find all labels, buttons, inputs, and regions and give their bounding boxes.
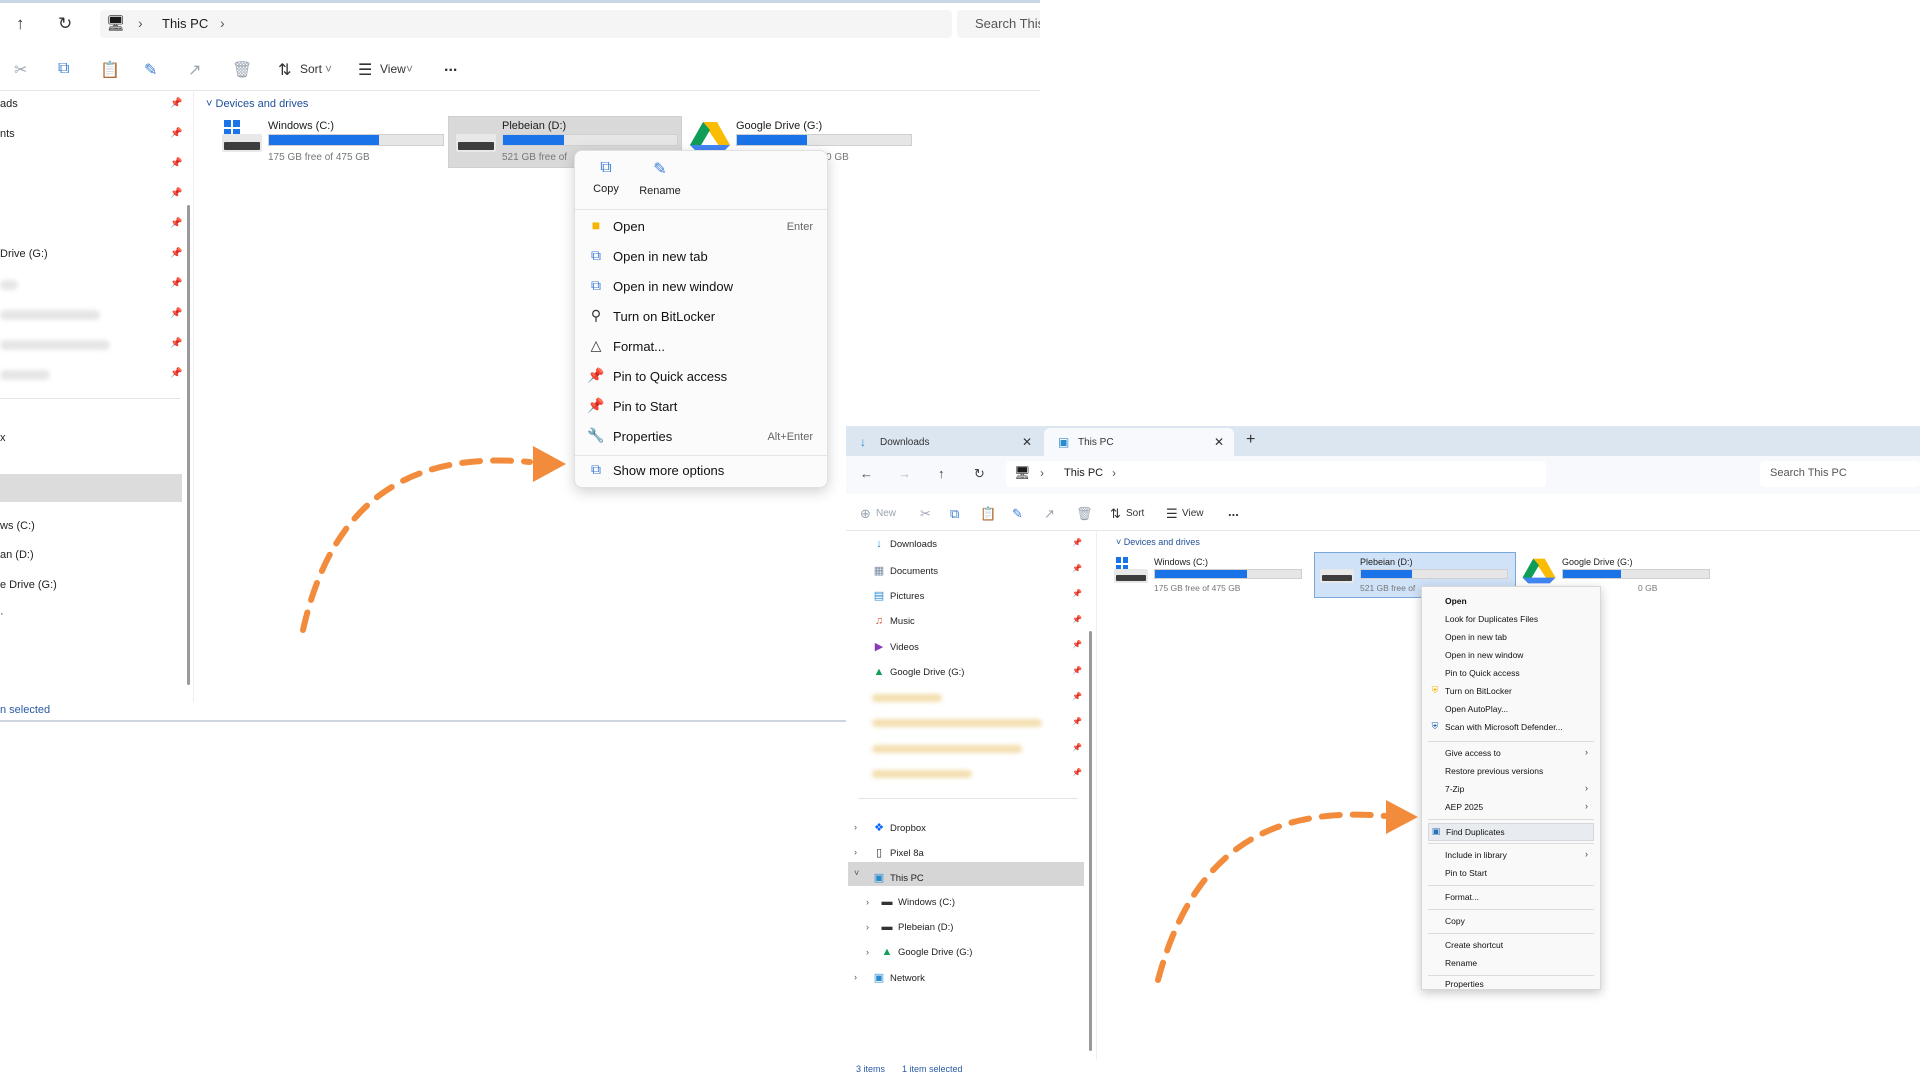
arrow-head bbox=[1386, 800, 1418, 834]
arrow-annotation-right bbox=[1155, 800, 1418, 983]
arrow-path bbox=[1155, 811, 1388, 983]
